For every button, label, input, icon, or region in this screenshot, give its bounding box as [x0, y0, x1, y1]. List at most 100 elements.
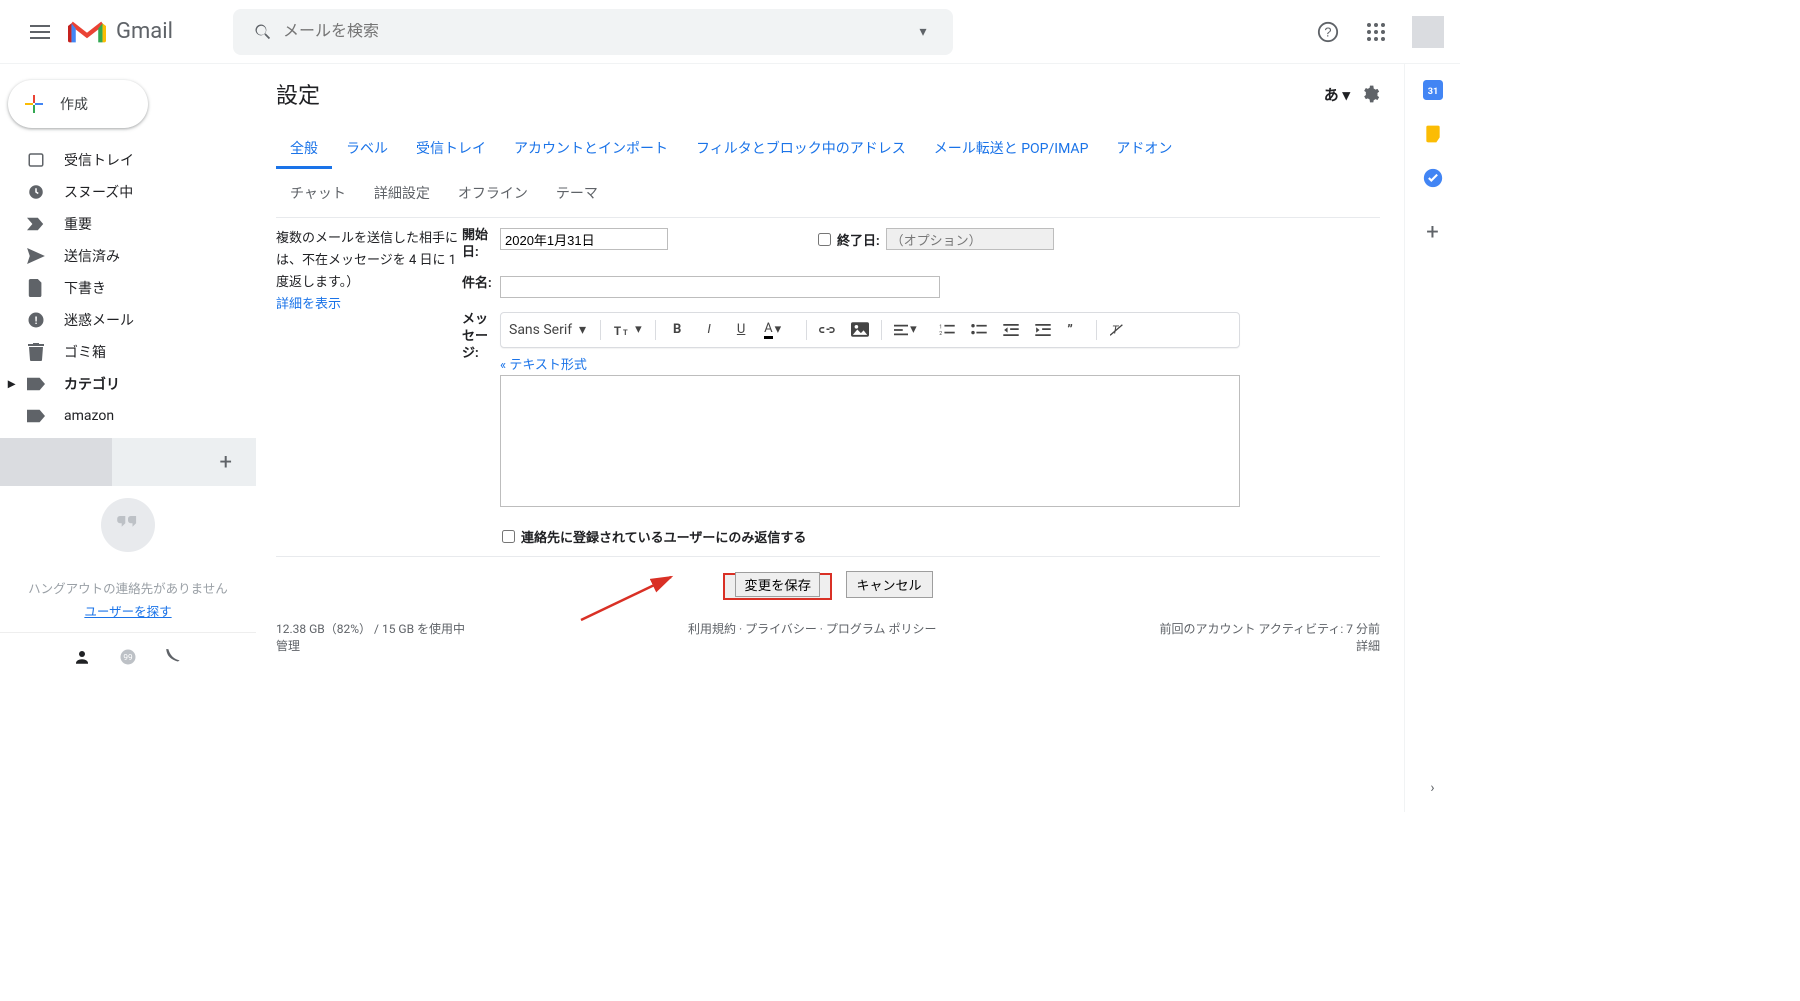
privacy-link[interactable]: プライバシー	[745, 622, 817, 636]
svg-text:!: !	[35, 314, 38, 327]
format-toolbar: Sans Serif ▾ TT▾ B I U A▾	[500, 312, 1240, 348]
sidebar-item-categories[interactable]: ▸カテゴリ	[0, 368, 244, 400]
tab-offline[interactable]: オフライン	[444, 175, 542, 211]
indent-less-button[interactable]	[996, 316, 1026, 344]
underline-button[interactable]: U	[726, 316, 756, 344]
compose-label: 作成	[60, 94, 88, 114]
bullet-list-button[interactable]	[964, 316, 994, 344]
sidebar-item-important[interactable]: 重要	[0, 208, 244, 240]
message-textarea[interactable]	[500, 375, 1240, 507]
tab-general[interactable]: 全般	[276, 130, 332, 169]
hangouts-chat-icon[interactable]: 99	[119, 648, 137, 666]
tab-addons[interactable]: アドオン	[1102, 130, 1186, 169]
image-button[interactable]	[845, 316, 875, 344]
cancel-button[interactable]: キャンセル	[846, 571, 933, 598]
manage-storage-link[interactable]: 管理	[276, 639, 300, 653]
annotation-arrow	[576, 565, 686, 625]
hangouts-phone-icon[interactable]	[165, 648, 183, 666]
svg-text:2: 2	[939, 331, 942, 336]
vacation-helper-text: 複数のメールを送信した相手には、不在メッセージを 4 日に 1 度返します。）	[276, 231, 458, 290]
text-color-button[interactable]: A▾	[758, 316, 800, 344]
tab-chat[interactable]: チャット	[276, 175, 360, 211]
quote-button[interactable]: ”	[1060, 316, 1090, 344]
caret-right-icon: ▸	[8, 376, 22, 392]
hangouts-find-users-link[interactable]: ユーザーを探す	[0, 601, 256, 620]
main-menu-button[interactable]	[16, 8, 64, 56]
support-button[interactable]: ?	[1308, 12, 1348, 52]
font-size-button[interactable]: TT▾	[607, 316, 649, 344]
drafts-icon	[26, 278, 46, 298]
get-addons-button[interactable]: +	[1426, 220, 1438, 245]
italic-button[interactable]: I	[694, 316, 724, 344]
save-button[interactable]: 変更を保存	[735, 572, 820, 597]
compose-button[interactable]: 作成	[8, 80, 148, 128]
sidebar-item-snoozed[interactable]: スヌーズ中	[0, 176, 244, 208]
sidebar-item-sent[interactable]: 送信済み	[0, 240, 244, 272]
inbox-icon	[26, 150, 46, 170]
tab-accounts[interactable]: アカウントとインポート	[500, 130, 682, 169]
tab-labels[interactable]: ラベル	[332, 130, 402, 169]
link-button[interactable]	[813, 316, 843, 344]
clock-icon	[26, 182, 46, 202]
contacts-only-checkbox[interactable]	[502, 530, 515, 543]
sidebar-item-inbox[interactable]: 受信トレイ	[0, 144, 244, 176]
important-icon	[26, 214, 46, 234]
terms-link[interactable]: 利用規約	[688, 622, 736, 636]
search-icon[interactable]	[243, 12, 283, 52]
search-bar[interactable]: ▾	[233, 9, 953, 55]
calendar-addon-icon[interactable]: 31	[1423, 80, 1443, 100]
save-button-highlight: 変更を保存	[723, 573, 832, 600]
tasks-addon-icon[interactable]	[1423, 168, 1443, 188]
message-label: メッセージ:	[462, 312, 500, 363]
numbered-list-button[interactable]: 12	[932, 316, 962, 344]
gmail-logo[interactable]: Gmail	[68, 18, 173, 46]
sidebar-item-drafts[interactable]: 下書き	[0, 272, 244, 304]
font-family-select[interactable]: Sans Serif ▾	[509, 322, 594, 338]
trash-icon	[26, 342, 46, 362]
remove-format-button[interactable]: T	[1103, 316, 1133, 344]
hangouts-quote-icon	[101, 498, 155, 552]
subject-label: 件名:	[462, 276, 500, 293]
policies-link[interactable]: プログラム ポリシー	[826, 622, 937, 636]
label-icon	[26, 406, 46, 426]
svg-text:31: 31	[1427, 87, 1438, 97]
settings-gear-icon[interactable]	[1360, 84, 1380, 104]
indent-more-button[interactable]	[1028, 316, 1058, 344]
tab-themes[interactable]: テーマ	[542, 175, 612, 211]
sidebar-item-amazon[interactable]: amazon	[0, 400, 244, 432]
hangouts-new-button[interactable]: +	[220, 450, 232, 475]
input-method-indicator[interactable]: あ ▾	[1324, 84, 1350, 105]
sent-icon	[26, 246, 46, 266]
align-button[interactable]: ▾	[888, 316, 930, 344]
search-options-dropdown[interactable]: ▾	[903, 24, 943, 40]
subject-input[interactable]	[500, 276, 940, 298]
keep-addon-icon[interactable]	[1423, 124, 1443, 144]
svg-text:1: 1	[939, 324, 942, 330]
svg-text:?: ?	[1324, 24, 1331, 39]
end-date-checkbox[interactable]	[818, 233, 831, 246]
tab-forwarding[interactable]: メール転送と POP/IMAP	[920, 130, 1103, 169]
apps-grid-button[interactable]	[1356, 12, 1396, 52]
hangouts-empty-text: ハングアウトの連絡先がありません	[0, 578, 256, 597]
svg-text:”: ”	[1067, 324, 1073, 336]
tab-inbox[interactable]: 受信トレイ	[402, 130, 500, 169]
text-format-link[interactable]: « テキスト形式	[500, 354, 587, 373]
start-date-input[interactable]	[500, 228, 668, 250]
svg-text:T: T	[623, 328, 628, 337]
search-input[interactable]	[283, 23, 903, 41]
gmail-text: Gmail	[116, 19, 173, 44]
storage-text: 12.38 GB（82%） / 15 GB を使用中	[276, 622, 465, 636]
activity-details-link[interactable]: 詳細	[1356, 639, 1380, 653]
sidebar-item-spam[interactable]: !迷惑メール	[0, 304, 244, 336]
account-avatar[interactable]	[1412, 16, 1444, 48]
plus-icon	[22, 92, 46, 116]
tab-filters[interactable]: フィルタとブロック中のアドレス	[682, 130, 920, 169]
page-title: 設定	[276, 78, 320, 110]
label-icon	[26, 374, 46, 394]
sidebar-item-trash[interactable]: ゴミ箱	[0, 336, 244, 368]
bold-button[interactable]: B	[662, 316, 692, 344]
vacation-details-link[interactable]: 詳細を表示	[276, 297, 341, 312]
tab-advanced[interactable]: 詳細設定	[360, 175, 444, 211]
collapse-sidepanel-button[interactable]: ›	[1430, 780, 1434, 796]
hangouts-contacts-icon[interactable]	[73, 648, 91, 666]
